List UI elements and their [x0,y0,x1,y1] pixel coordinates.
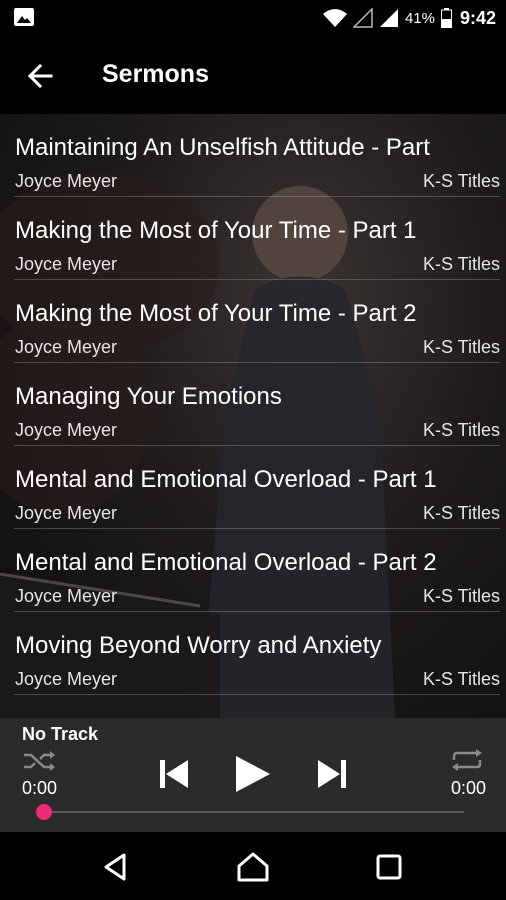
track-name: No Track [22,724,99,744]
sermon-list-item[interactable]: Maintaining An Unselfish Attitude - Part… [14,114,500,197]
sermon-title: Mental and Emotional Overload - Part 2 [15,549,437,576]
seek-bar[interactable] [44,811,464,813]
sermon-title: Mental and Emotional Overload - Part 1 [15,466,437,493]
sermon-list-item[interactable]: Making the Most of Your Time - Part 1 Joy… [14,197,500,280]
sermon-list-item[interactable]: Mental and Emotional Overload - Part 2 Jo… [14,529,500,612]
arrow-left-icon [27,63,53,89]
back-button[interactable] [20,56,60,96]
sermon-artist: Joyce Meyer [15,586,118,606]
page-title: Sermons [102,60,209,88]
duration-time: 0:00 [450,778,486,798]
sermon-artist: Joyce Meyer [15,503,118,523]
sermon-list-item[interactable]: Moving Beyond Worry and Anxiety Joyce Mey… [14,612,500,695]
skip-next-icon[interactable] [314,756,350,792]
elapsed-time: 0:00 [22,778,58,798]
sermon-title: Managing Your Emotions [15,383,282,410]
signal-icon [379,9,398,27]
sermon-artist: Joyce Meyer [15,420,118,440]
sermon-album: K-S Titles [422,171,500,191]
battery-icon [440,8,452,28]
wifi-icon [322,9,347,27]
status-bar: 41% 9:42 [0,0,506,36]
sermon-list-area[interactable]: Maintaining An Unselfish Attitude - Part… [0,114,506,718]
system-nav-bar [0,832,506,900]
app-bar: Sermons [0,36,506,114]
skip-previous-icon[interactable] [156,756,192,792]
mini-player: No Track 0:00 0:00 [0,718,506,832]
sermon-list-item[interactable]: Managing Your Emotions Joyce Meyer K-S Tit… [14,363,500,446]
status-icons: 41% 9:42 [322,6,496,30]
sermon-title: Maintaining An Unselfish Attitude - Part [15,134,430,161]
sermon-album: K-S Titles [422,337,500,357]
nav-back-icon[interactable] [98,850,132,884]
sermon-artist: Joyce Meyer [15,254,118,274]
sermon-list-item[interactable]: Mental and Emotional Overload - Part 1 Jo… [14,446,500,529]
sermon-title: Moving Beyond Worry and Anxiety [15,632,382,659]
sermon-artist: Joyce Meyer [15,337,118,357]
seek-thumb[interactable] [36,804,52,820]
sermon-album: K-S Titles [422,503,500,523]
shuffle-icon[interactable] [22,750,56,772]
clock: 9:42 [459,7,496,28]
battery-percent: 41% [404,9,435,27]
sermon-artist: Joyce Meyer [15,171,118,191]
play-icon[interactable] [230,752,274,796]
sermon-album: K-S Titles [422,254,500,274]
sermon-list-item[interactable]: Making the Most of Your Time - Part 2 Joy… [14,280,500,363]
nav-home-icon[interactable] [236,850,270,884]
sermon-list: Maintaining An Unselfish Attitude - Part… [0,114,506,695]
sermon-album: K-S Titles [422,669,500,689]
sermon-artist: Joyce Meyer [15,669,118,689]
repeat-icon[interactable] [450,748,484,772]
gallery-icon [14,8,34,26]
signal-empty-icon [352,8,373,28]
sermon-album: K-S Titles [422,420,500,440]
nav-recents-icon[interactable] [372,850,406,884]
sermon-title: Making the Most of Your Time - Part 1 [15,217,417,244]
sermon-title: Making the Most of Your Time - Part 2 [15,300,417,327]
sermon-album: K-S Titles [422,586,500,606]
